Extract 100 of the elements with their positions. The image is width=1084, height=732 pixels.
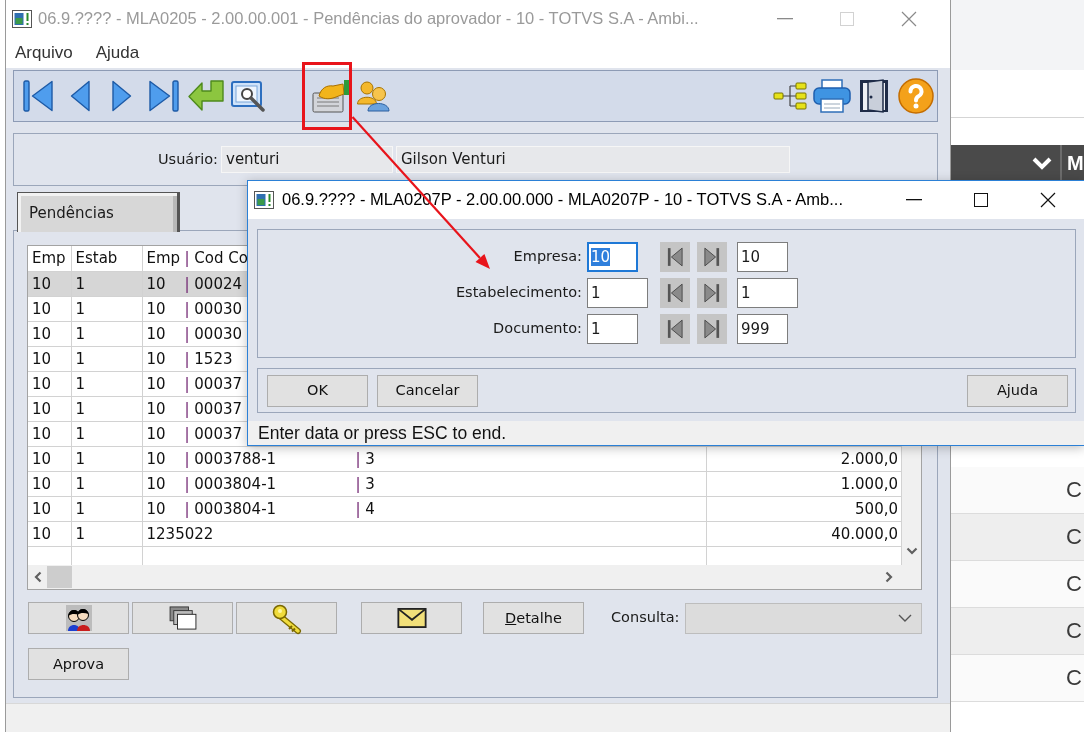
cell-text: | 0003804-1: [184, 474, 278, 493]
last-button[interactable]: [697, 242, 727, 272]
cell-text: 10: [146, 299, 167, 318]
input-field[interactable]: 1: [587, 278, 648, 308]
field-label: Usuário:: [157, 150, 218, 169]
input-field[interactable]: 10: [587, 242, 638, 272]
folders-icon: [168, 606, 197, 630]
cell-text: | 4: [355, 499, 375, 518]
column-header: Estab: [71, 246, 142, 271]
table-cell: 10: [28, 496, 71, 521]
input-field[interactable]: Gilson Venturi: [396, 146, 790, 173]
table-cell: 2.000,0: [706, 446, 902, 471]
cell-text: 10: [146, 324, 167, 343]
menu-item[interactable]: Ajuda: [95, 42, 140, 64]
envelope-icon: [396, 608, 427, 628]
skip-forward-icon: [704, 283, 720, 303]
chevron-left-icon: [34, 571, 42, 583]
chevron-right-icon: [885, 571, 893, 583]
column-header: Emp: [28, 246, 71, 271]
action-button[interactable]: Cancelar: [377, 374, 478, 407]
cell-text: | 00030: [184, 299, 243, 318]
input-field[interactable]: venturi: [221, 146, 393, 173]
chevron-down-icon: [898, 614, 912, 622]
keys-button[interactable]: [236, 602, 337, 634]
skip-forward-icon: [149, 79, 179, 113]
status-text: Enter data or press ESC to end.: [248, 421, 1084, 445]
cell-text: | 3: [355, 449, 375, 468]
cell-text: | 00024: [184, 274, 243, 293]
cell-text: | 1523: [184, 349, 233, 368]
minimize-icon: [905, 199, 922, 201]
table-cell: 10: [28, 471, 71, 496]
cell-text: | 0003804-1: [184, 499, 278, 518]
cell-text: | 00037: [184, 399, 243, 418]
action-button[interactable]: OK: [267, 374, 368, 407]
column-header: Emp: [146, 249, 182, 268]
table-cell: 10: [28, 521, 71, 546]
table-cell: 10: [28, 271, 71, 296]
minimize-icon: [777, 18, 793, 20]
table-cell: 10: [28, 421, 71, 446]
cell-text: 10: [146, 274, 167, 293]
row-text: C: [1066, 620, 1082, 642]
triangle-right-icon: [112, 79, 132, 113]
envelope-button[interactable]: [361, 602, 462, 634]
first-button[interactable]: [660, 242, 690, 272]
action-button[interactable]: Aprova: [28, 648, 129, 680]
field-label: Consulta:: [611, 609, 680, 627]
people-button[interactable]: [28, 602, 129, 634]
cell-text: | 3: [355, 474, 375, 493]
table-cell: 1.000,0: [706, 471, 902, 496]
folders-button[interactable]: [132, 602, 233, 634]
window-title: 06.9.???? - MLA0205 - 2.00.00.001 - Pendências do aprovador - 10 - TOTVS S.A - Ambi...: [38, 9, 699, 29]
action-button[interactable]: Detalhe: [483, 602, 584, 634]
keys-icon: [271, 603, 302, 633]
skip-forward-icon: [704, 247, 720, 267]
column-header: M: [1067, 152, 1084, 173]
triangle-left-icon: [70, 79, 90, 113]
table-cell: 40.000,0: [706, 521, 902, 546]
cell-text: 10: [146, 374, 167, 393]
input-field[interactable]: 1: [737, 278, 798, 308]
horizontal-scrollbar[interactable]: [28, 565, 921, 589]
skip-back-icon: [667, 247, 683, 267]
table-cell: 10: [28, 296, 71, 321]
close-icon: [901, 11, 917, 27]
table-cell: 10: [28, 321, 71, 346]
row-text: C: [1066, 573, 1082, 595]
tab[interactable]: Pendências: [17, 192, 180, 232]
table-cell: 10: [28, 446, 71, 471]
last-button[interactable]: [697, 314, 727, 344]
cell-text: 10: [146, 449, 167, 468]
help-button[interactable]: Ajuda: [967, 374, 1068, 407]
cell-text: 10: [146, 499, 167, 518]
scroll-thumb[interactable]: [47, 566, 72, 588]
input-field[interactable]: 999: [737, 314, 788, 344]
cell-text: | 00030: [184, 324, 243, 343]
document-hand-icon: [312, 79, 350, 113]
app-icon: [12, 10, 32, 28]
row-text: C: [1066, 479, 1082, 501]
maximize-icon: [973, 193, 988, 207]
input-field[interactable]: 10: [737, 242, 788, 272]
skip-back-icon: [667, 319, 683, 339]
cell-text: 10: [146, 424, 167, 443]
first-button[interactable]: [660, 314, 690, 344]
highlight-frame: [302, 62, 352, 130]
cell-text: | 00037: [184, 424, 243, 443]
chevron-down-icon: [1032, 156, 1052, 169]
skip-forward-icon: [704, 319, 720, 339]
menu-item[interactable]: Arquivo: [15, 42, 73, 64]
column-header: | Cod Co: [184, 249, 248, 268]
cell-text: 10: [146, 399, 167, 418]
table-row[interactable]: 10 1 1235022 40.000,0: [28, 521, 902, 546]
close-icon: [1039, 192, 1056, 208]
return-arrow-icon: [188, 80, 224, 112]
table-cell: 10: [28, 346, 71, 371]
tree-icon: [773, 81, 807, 111]
chevron-down-icon: [905, 547, 918, 555]
first-button[interactable]: [660, 278, 690, 308]
last-button[interactable]: [697, 278, 727, 308]
table-cell: 1235022: [142, 521, 706, 546]
field-label: Empresa:: [512, 248, 582, 266]
input-field[interactable]: 1: [587, 314, 638, 344]
